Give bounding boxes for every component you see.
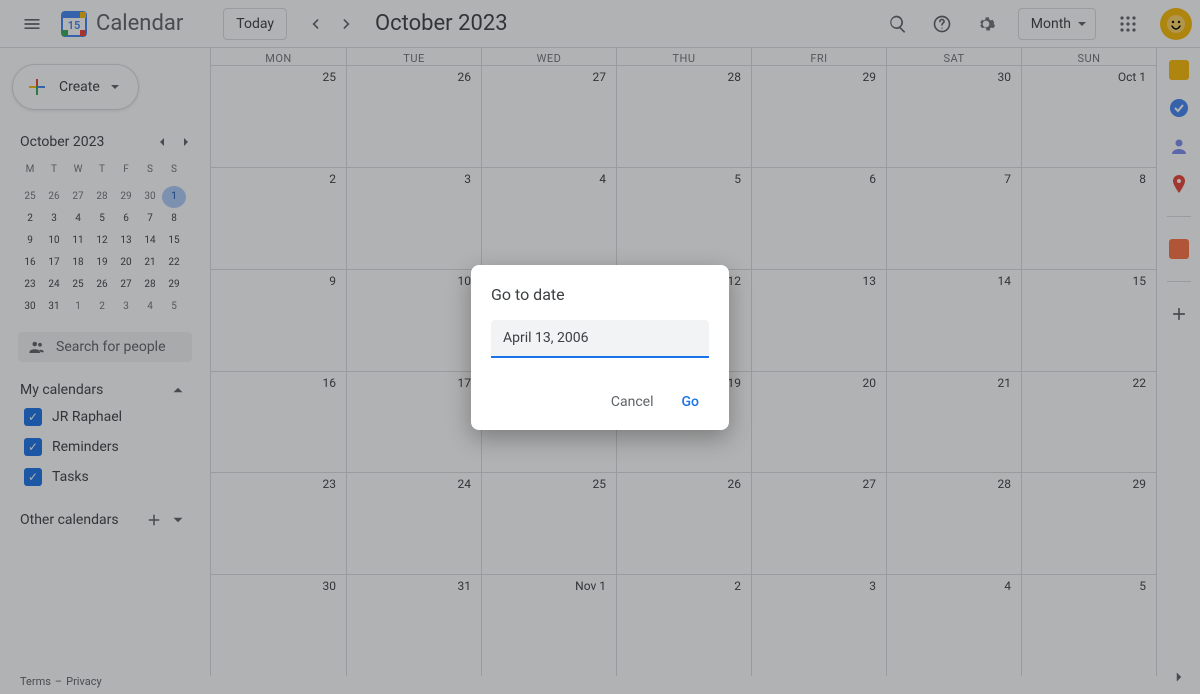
go-to-date-dialog: Go to date Cancel Go: [471, 265, 729, 430]
dialog-title: Go to date: [491, 285, 709, 304]
date-input[interactable]: [491, 320, 709, 358]
go-button[interactable]: Go: [672, 386, 709, 418]
cancel-button[interactable]: Cancel: [601, 386, 664, 418]
modal-overlay[interactable]: Go to date Cancel Go: [0, 0, 1200, 694]
